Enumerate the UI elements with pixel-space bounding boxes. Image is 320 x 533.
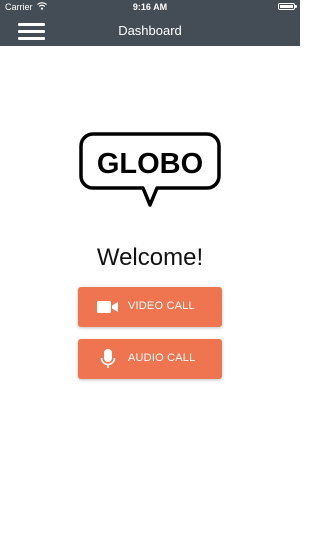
navigation-bar: Dashboard: [0, 14, 300, 46]
status-time: 9:16 AM: [132, 2, 168, 12]
page-title: Dashboard: [118, 23, 182, 38]
video-call-button[interactable]: VIDEO CALL: [78, 287, 222, 327]
video-camera-icon: [97, 301, 118, 313]
status-bar: Carrier 9:16 AM: [0, 0, 300, 14]
globo-logo: GLOBO: [79, 132, 221, 207]
audio-call-button[interactable]: AUDIO CALL: [78, 339, 222, 379]
logo-wordmark: GLOBO: [97, 148, 203, 180]
video-call-label: VIDEO CALL: [128, 300, 195, 312]
welcome-heading: Welcome!: [96, 244, 204, 271]
battery-icon: [278, 3, 297, 10]
audio-call-label: AUDIO CALL: [128, 352, 196, 364]
microphone-icon: [100, 349, 116, 368]
